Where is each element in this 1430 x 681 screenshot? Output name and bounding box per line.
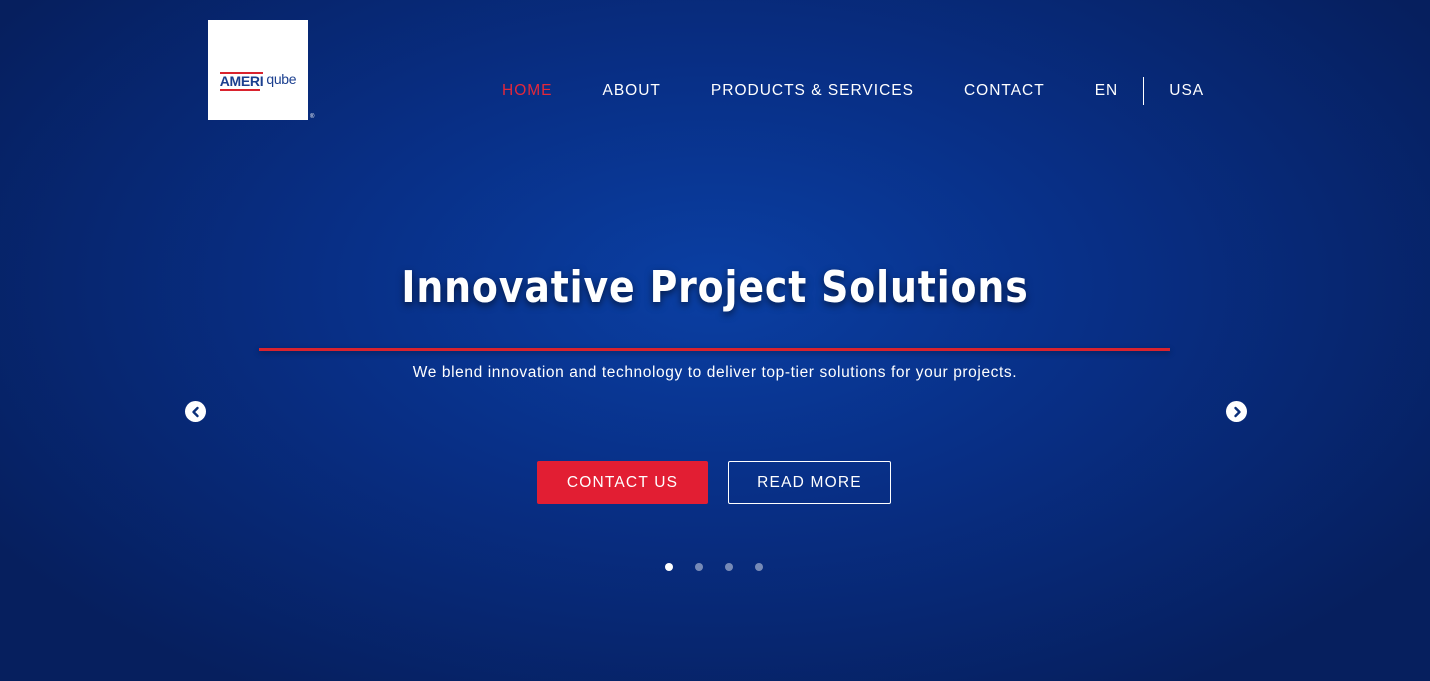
chevron-right-circle-icon[interactable] xyxy=(1226,401,1247,422)
headline-divider xyxy=(259,348,1170,351)
slide-dot-3[interactable] xyxy=(725,563,733,571)
brand-logo[interactable]: AMERI qube xyxy=(208,20,308,120)
nav-item-contact[interactable]: CONTACT xyxy=(964,82,1045,100)
logo-registered-mark: ® xyxy=(310,114,315,120)
nav-item-about[interactable]: ABOUT xyxy=(603,82,661,100)
logo-underline xyxy=(219,88,260,91)
main-nav: HOME ABOUT PRODUCTS & SERVICES CONTACT E… xyxy=(502,76,1204,106)
nav-item-products-services[interactable]: PRODUCTS & SERVICES xyxy=(711,82,914,100)
read-more-button[interactable]: READ MORE xyxy=(728,461,891,504)
hero-slider: AMERI qube ® HOME ABOUT PRODUCTS & SERVI… xyxy=(0,0,1430,681)
hero-headline: Innovative Project Solutions xyxy=(401,262,1029,313)
slide-dot-2[interactable] xyxy=(695,563,703,571)
slide-dot-1[interactable] xyxy=(665,563,673,571)
region-selector[interactable]: USA xyxy=(1169,82,1204,100)
nav-divider xyxy=(1143,77,1145,105)
language-selector[interactable]: EN xyxy=(1095,82,1119,100)
logo-ameri-text: AMERI xyxy=(219,71,264,89)
hero-subtitle: We blend innovation and technology to de… xyxy=(412,364,1018,381)
contact-us-button[interactable]: CONTACT US xyxy=(537,461,708,504)
slider-pagination xyxy=(665,563,785,571)
logo-mark: AMERI qube xyxy=(219,70,297,91)
nav-item-home[interactable]: HOME xyxy=(502,82,553,100)
logo-qube-text: qube xyxy=(266,70,297,87)
chevron-left-circle-icon[interactable] xyxy=(185,401,206,422)
slide-dot-4[interactable] xyxy=(755,563,763,571)
